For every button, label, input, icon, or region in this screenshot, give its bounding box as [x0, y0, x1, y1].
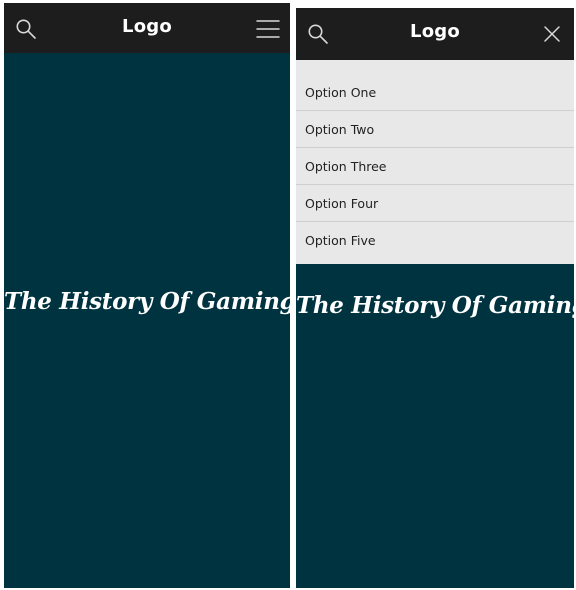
- hero-title: The History Of Gaming: [4, 288, 290, 315]
- menu-option-three[interactable]: Option Three: [296, 148, 574, 185]
- dropdown-menu: Option One Option Two Option Three Optio…: [296, 60, 574, 264]
- menu-option-five[interactable]: Option Five: [296, 222, 574, 259]
- site-logo[interactable]: Logo: [4, 16, 290, 37]
- mobile-screen-closed-menu: Logo The History Of Gaming: [4, 3, 290, 588]
- menu-option-four[interactable]: Option Four: [296, 185, 574, 222]
- site-logo[interactable]: Logo: [296, 21, 574, 42]
- hero-title: The History Of Gaming: [296, 292, 574, 319]
- close-icon[interactable]: [540, 22, 564, 46]
- top-navigation-bar: Logo: [4, 3, 290, 53]
- mobile-screen-open-menu: Logo Option One Option Two Option Three …: [296, 8, 574, 588]
- hamburger-menu-icon[interactable]: [256, 17, 280, 41]
- menu-option-two[interactable]: Option Two: [296, 111, 574, 148]
- menu-option-one[interactable]: Option One: [296, 74, 574, 111]
- top-navigation-bar: Logo: [296, 8, 574, 60]
